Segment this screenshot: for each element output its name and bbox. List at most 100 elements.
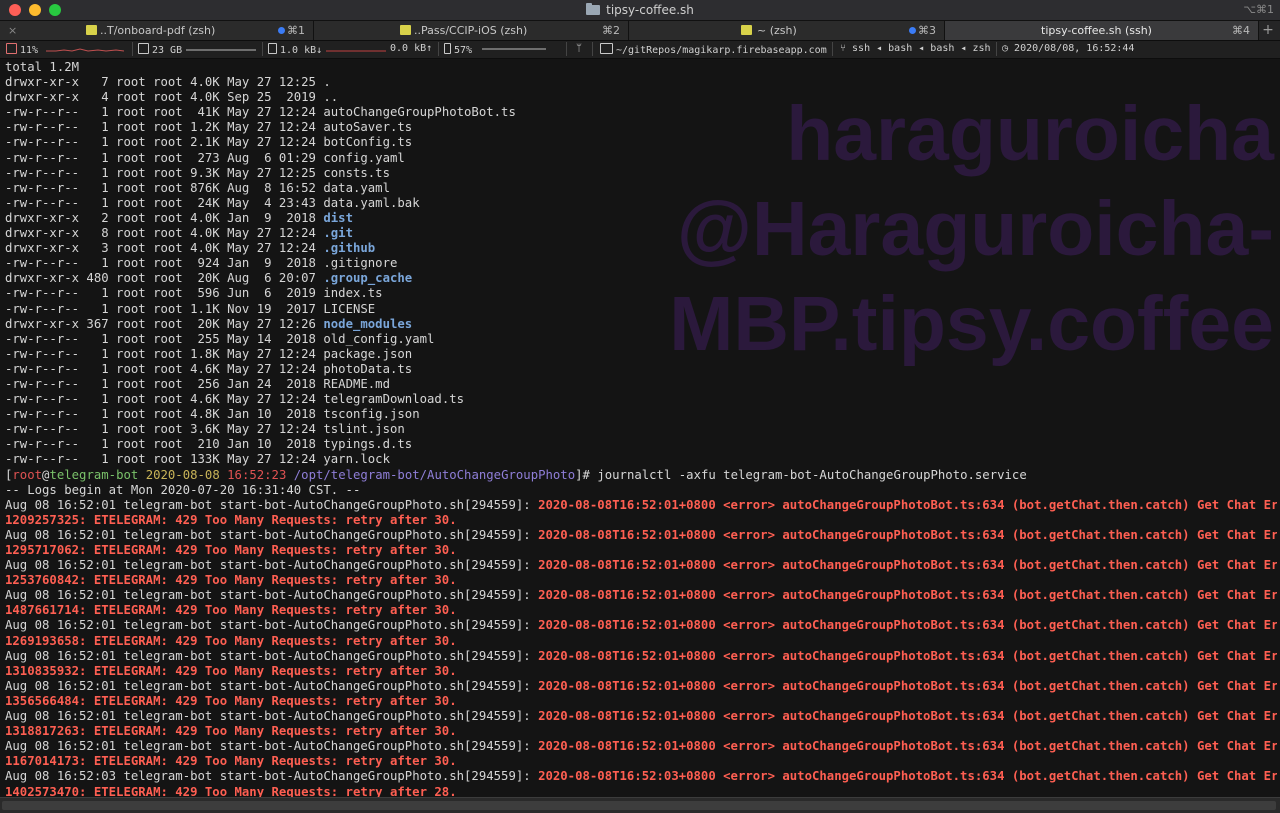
file-name: typings.d.ts: [323, 437, 413, 452]
log-timestamp: Aug 08 16:52:01: [5, 618, 124, 633]
log-source: telegram-bot start-bot-AutoChangeGroupPh…: [123, 769, 539, 784]
list-item: -rw-r--r-- 1 root root 24K May 4 23:43 d…: [5, 196, 1277, 211]
cpu-value: 11%: [20, 45, 39, 56]
log-line: Aug 08 16:52:01 telegram-bot start-bot-A…: [5, 528, 1277, 543]
file-meta: -rw-r--r-- 1 root root 41K May 27 12:24: [5, 105, 324, 120]
file-meta: -rw-r--r-- 1 root root 256 Jan 24 2018: [5, 376, 324, 391]
window-controls: [9, 4, 61, 16]
divider: [592, 42, 593, 56]
log-line: Aug 08 16:52:01 telegram-bot start-bot-A…: [5, 679, 1277, 694]
close-icon[interactable]: ×: [8, 24, 17, 37]
list-item: drwxr-xr-x 4 root root 4.0K Sep 25 2019 …: [5, 90, 1277, 105]
log-line: Aug 08 16:52:01 telegram-bot start-bot-A…: [5, 709, 1277, 724]
file-meta: -rw-r--r-- 1 root root 876K Aug 8 16:52: [5, 180, 324, 195]
prompt-user: root: [12, 467, 43, 482]
log-error-detail: 1209257325: ETELEGRAM: 429 Too Many Requ…: [5, 512, 457, 527]
tab-shortcut: ⌘4: [1232, 24, 1250, 37]
list-item: drwxr-xr-x 3 root root 4.0K May 27 12:24…: [5, 241, 1277, 256]
file-meta: drwxr-xr-x 4 root root 4.0K Sep 25 2019: [5, 90, 324, 105]
log-error-detail: 1269193658: ETELEGRAM: 429 Too Many Requ…: [5, 633, 457, 648]
file-meta: -rw-r--r-- 1 root root 1.2K May 27 12:24: [5, 120, 324, 135]
directory-name: .github: [323, 241, 376, 256]
listing-total: total 1.2M: [5, 60, 80, 74]
file-name: LICENSE: [323, 301, 376, 316]
terminal-output[interactable]: haraguroicha @Haraguroicha- MBP.tipsy.co…: [0, 59, 1280, 797]
tab-tipsy-coffee[interactable]: tipsy-coffee.sh (ssh) ⌘4: [945, 21, 1259, 40]
file-meta: -rw-r--r-- 1 root root 24K May 4 23:43: [5, 195, 324, 210]
tab-label: tipsy-coffee.sh (ssh): [1041, 24, 1152, 37]
list-item: -rw-r--r-- 1 root root 273 Aug 6 01:29 c…: [5, 151, 1277, 166]
file-meta: -rw-r--r-- 1 root root 596 Jun 6 2019: [5, 286, 324, 301]
file-name: telegramDownload.ts: [323, 392, 465, 407]
log-timestamp: Aug 08 16:52:01: [5, 648, 124, 663]
log-line-continuation: 1356566484: ETELEGRAM: 429 Too Many Requ…: [5, 694, 1277, 709]
activity-dot-icon: [278, 27, 285, 34]
file-name: tslint.json: [323, 422, 405, 437]
log-source: telegram-bot start-bot-AutoChangeGroupPh…: [123, 739, 539, 754]
horizontal-scrollbar[interactable]: [0, 797, 1280, 813]
title-bar[interactable]: tipsy-coffee.sh ⌥⌘1: [0, 0, 1280, 21]
battery-sparkline: [482, 48, 546, 50]
terminal-icon: [741, 25, 752, 35]
divider: [438, 42, 439, 56]
prompt-path: /opt/telegram-bot/AutoChangeGroupPhoto: [293, 467, 576, 482]
terminal-icon: [86, 25, 97, 35]
net-up-value: 0.0 kB↑: [390, 43, 433, 54]
datetime-value: 2020/08/08, 16:52:44: [1014, 43, 1135, 54]
log-line: Aug 08 16:52:01 telegram-bot start-bot-A…: [5, 618, 1277, 633]
close-button[interactable]: [9, 4, 21, 16]
log-error-message: 2020-08-08T16:52:01+0800 <error> autoCha…: [538, 497, 1277, 512]
cpu-status: 11%: [6, 43, 38, 56]
log-line-continuation: 1295717062: ETELEGRAM: 429 Too Many Requ…: [5, 543, 1277, 558]
new-tab-button[interactable]: +: [1259, 21, 1277, 40]
file-name: .: [323, 75, 331, 90]
folder-icon: [600, 43, 613, 54]
path-status[interactable]: ~/gitRepos/magikarp.firebaseapp.com: [600, 43, 827, 56]
log-error-message: 2020-08-08T16:52:01+0800 <error> autoCha…: [538, 527, 1277, 542]
log-error-detail: 1253760842: ETELEGRAM: 429 Too Many Requ…: [5, 573, 457, 588]
log-line-continuation: 1253760842: ETELEGRAM: 429 Too Many Requ…: [5, 573, 1277, 588]
prompt-time: 16:52:23: [227, 467, 287, 482]
file-meta: -rw-r--r-- 1 root root 273 Aug 6 01:29: [5, 150, 324, 165]
list-item: drwxr-xr-x 8 root root 4.0K May 27 12:24…: [5, 226, 1277, 241]
log-error-message: 2020-08-08T16:52:01+0800 <error> autoCha…: [538, 709, 1277, 724]
list-item: -rw-r--r-- 1 root root 133K May 27 12:24…: [5, 452, 1277, 467]
file-meta: -rw-r--r-- 1 root root 924 Jan 9 2018: [5, 256, 324, 271]
list-item: -rw-r--r-- 1 root root 924 Jan 9 2018 .g…: [5, 256, 1277, 271]
tab-label: ..Pass/CCIP-iOS (zsh): [414, 24, 528, 37]
log-timestamp: Aug 08 16:52:01: [5, 527, 124, 542]
network-status: 1.0 kB↓: [268, 43, 322, 56]
minimize-button[interactable]: [29, 4, 41, 16]
log-line: Aug 08 16:52:01 telegram-bot start-bot-A…: [5, 558, 1277, 573]
log-error-message: 2020-08-08T16:52:01+0800 <error> autoCha…: [538, 558, 1277, 573]
list-item: -rw-r--r-- 1 root root 9.3K May 27 12:25…: [5, 166, 1277, 181]
memory-status: 23 GB: [138, 43, 182, 56]
file-meta: -rw-r--r-- 1 root root 9.3K May 27 12:25: [5, 165, 324, 180]
zoom-button[interactable]: [49, 4, 61, 16]
directory-name: dist: [323, 210, 353, 225]
scrollbar-thumb[interactable]: [2, 801, 1276, 810]
log-line-continuation: 1209257325: ETELEGRAM: 429 Too Many Requ…: [5, 513, 1277, 528]
tab-onboard-pdf[interactable]: × ..T/onboard-pdf (zsh) ⌘1: [0, 21, 314, 40]
file-meta: -rw-r--r-- 1 root root 1.1K Nov 19 2017: [5, 301, 324, 316]
log-source: telegram-bot start-bot-AutoChangeGroupPh…: [123, 588, 539, 603]
log-timestamp: Aug 08 16:52:01: [5, 588, 124, 603]
file-meta: -rw-r--r-- 1 root root 4.6K May 27 12:24: [5, 392, 324, 407]
file-name: .gitignore: [323, 256, 398, 271]
file-name: botConfig.ts: [323, 135, 413, 150]
log-source: telegram-bot start-bot-AutoChangeGroupPh…: [123, 527, 539, 542]
log-timestamp: Aug 08 16:52:01: [5, 739, 124, 754]
list-item: -rw-r--r-- 1 root root 596 Jun 6 2019 in…: [5, 286, 1277, 301]
divider: [566, 42, 567, 56]
file-name: autoSaver.ts: [323, 120, 413, 135]
log-line-continuation: 1310835932: ETELEGRAM: 429 Too Many Requ…: [5, 664, 1277, 679]
log-error-message: 2020-08-08T16:52:01+0800 <error> autoCha…: [538, 739, 1277, 754]
cpu-sparkline: [46, 48, 124, 52]
tab-shortcut: ⌘3: [918, 24, 936, 37]
log-output: Aug 08 16:52:01 telegram-bot start-bot-A…: [5, 498, 1277, 797]
tab-home-zsh[interactable]: ~ (zsh) ⌘3: [629, 21, 945, 40]
divider: [132, 42, 133, 56]
log-line-continuation: 1402573470: ETELEGRAM: 429 Too Many Requ…: [5, 785, 1277, 798]
tab-ccip-ios[interactable]: ..Pass/CCIP-iOS (zsh) ⌘2: [314, 21, 629, 40]
terminal-window: tipsy-coffee.sh ⌥⌘1 × ..T/onboard-pdf (z…: [0, 0, 1280, 813]
